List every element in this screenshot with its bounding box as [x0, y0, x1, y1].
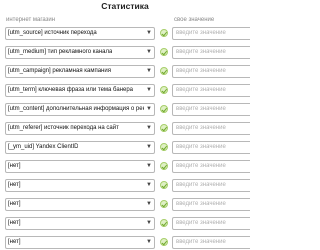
select-value: [utm_term] ключевая фраза или тема банер…: [8, 87, 134, 93]
mapping-row: [utm_term] ключевая фраза или тема банер…: [0, 82, 250, 101]
mapping-row: [нет] ▼ введите значение: [0, 177, 250, 196]
mapping-row: [utm_referer] источник перехода на сайт ▼…: [0, 120, 250, 139]
shop-field-select[interactable]: [нет] ▼: [5, 236, 155, 249]
mapping-row: [utm_source] источник перехода ▼ введите …: [0, 25, 250, 44]
own-value-input[interactable]: введите значение: [172, 84, 250, 97]
check-icon: [160, 143, 168, 151]
own-value-input[interactable]: введите значение: [172, 236, 250, 249]
chevron-down-icon: ▼: [146, 182, 152, 188]
shop-field-select[interactable]: [_ym_uid] Yandex ClientID ▼: [5, 141, 155, 154]
select-value: [нет]: [8, 182, 21, 188]
shop-field-select[interactable]: [нет] ▼: [5, 198, 155, 211]
shop-field-select[interactable]: [utm_content] дополнительная информация …: [5, 103, 155, 116]
chevron-down-icon: ▼: [146, 106, 152, 112]
mapping-row: [нет] ▼ введите значение: [0, 158, 250, 177]
mapping-row: [utm_medium] тип рекламного канала ▼ введ…: [0, 44, 250, 63]
chevron-down-icon: ▼: [146, 144, 152, 150]
select-value: [_ym_uid] Yandex ClientID: [8, 144, 79, 150]
select-value: [utm_source] источник перехода: [8, 30, 97, 36]
column-label-own-value: свое значение: [174, 17, 215, 23]
own-value-input[interactable]: введите значение: [172, 122, 250, 135]
mapping-rows: [utm_source] источник перехода ▼ введите …: [0, 25, 250, 250]
mapping-row: [_ym_uid] Yandex ClientID ▼ введите значе…: [0, 139, 250, 158]
chevron-down-icon: ▼: [146, 239, 152, 245]
chevron-down-icon: ▼: [146, 49, 152, 55]
check-icon: [160, 181, 168, 189]
select-value: [нет]: [8, 201, 21, 207]
chevron-down-icon: ▼: [146, 201, 152, 207]
select-value: [нет]: [8, 220, 21, 226]
mapping-row: [utm_campaign] рекламная кампания ▼ введи…: [0, 63, 250, 82]
check-icon: [160, 200, 168, 208]
shop-field-select[interactable]: [нет] ▼: [5, 217, 155, 230]
shop-field-select[interactable]: [utm_referer] источник перехода на сайт ▼: [5, 122, 155, 135]
check-icon: [160, 86, 168, 94]
check-icon: [160, 29, 168, 37]
chevron-down-icon: ▼: [146, 68, 152, 74]
mapping-row: [нет] ▼ введите значение: [0, 215, 250, 234]
own-value-input[interactable]: введите значение: [172, 103, 250, 116]
shop-field-select[interactable]: [utm_medium] тип рекламного канала ▼: [5, 46, 155, 59]
select-value: [нет]: [8, 163, 21, 169]
chevron-down-icon: ▼: [146, 220, 152, 226]
check-icon: [160, 48, 168, 56]
shop-field-select[interactable]: [utm_campaign] рекламная кампания ▼: [5, 65, 155, 78]
chevron-down-icon: ▼: [146, 125, 152, 131]
check-icon: [160, 105, 168, 113]
select-value: [нет]: [8, 239, 21, 245]
check-icon: [160, 162, 168, 170]
check-icon: [160, 67, 168, 75]
chevron-down-icon: ▼: [146, 163, 152, 169]
mapping-row: [utm_content] дополнительная информация …: [0, 101, 250, 120]
column-label-shop: интернет магазин: [6, 17, 56, 23]
own-value-input[interactable]: введите значение: [172, 217, 250, 230]
shop-field-select[interactable]: [utm_term] ключевая фраза или тема банер…: [5, 84, 155, 97]
own-value-input[interactable]: введите значение: [172, 65, 250, 78]
own-value-input[interactable]: введите значение: [172, 141, 250, 154]
own-value-input[interactable]: введите значение: [172, 179, 250, 192]
chevron-down-icon: ▼: [146, 30, 152, 36]
own-value-input[interactable]: введите значение: [172, 160, 250, 173]
check-icon: [160, 238, 168, 246]
select-value: [utm_referer] источник перехода на сайт: [8, 125, 119, 131]
select-value: [utm_content] дополнительная информация …: [8, 106, 144, 112]
mapping-row: [нет] ▼ введите значение: [0, 234, 250, 250]
mapping-row: [нет] ▼ введите значение: [0, 196, 250, 215]
own-value-input[interactable]: введите значение: [172, 198, 250, 211]
select-value: [utm_medium] тип рекламного канала: [8, 49, 113, 55]
chevron-down-icon: ▼: [146, 87, 152, 93]
statistics-panel: Статистика интернет магазин свое значени…: [0, 0, 250, 250]
check-icon: [160, 124, 168, 132]
shop-field-select[interactable]: [нет] ▼: [5, 179, 155, 192]
check-icon: [160, 219, 168, 227]
shop-field-select[interactable]: [utm_source] источник перехода ▼: [5, 27, 155, 40]
select-value: [utm_campaign] рекламная кампания: [8, 68, 111, 74]
own-value-input[interactable]: введите значение: [172, 27, 250, 40]
page-title: Статистика: [101, 1, 149, 11]
own-value-input[interactable]: введите значение: [172, 46, 250, 59]
shop-field-select[interactable]: [нет] ▼: [5, 160, 155, 173]
